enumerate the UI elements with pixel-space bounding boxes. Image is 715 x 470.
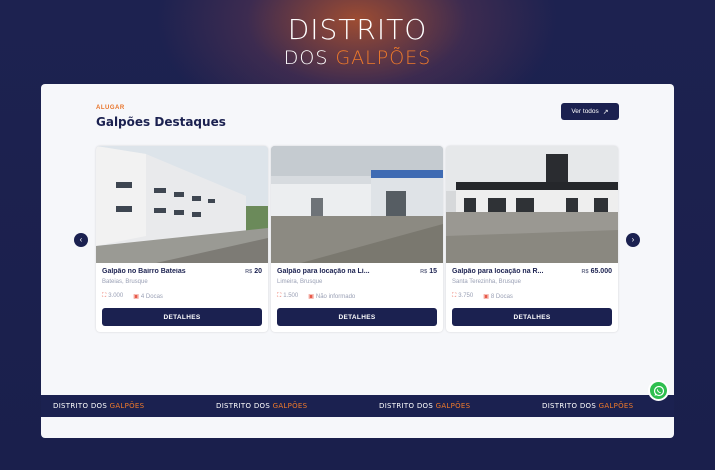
listing-carousel: Galpão no Bairro Bateias R$ 20 Bateias, B… xyxy=(96,146,619,332)
listing-price: R$ 15 xyxy=(420,268,437,275)
listing-card[interactable]: Galpão para locação na Li... R$ 15 Limeir… xyxy=(271,146,443,332)
listing-title: Galpão para locação na R... xyxy=(452,268,544,275)
featured-panel: ALUGAR Galpões Destaques Ver todos ↗ ‹ › xyxy=(41,84,674,438)
area-icon: ⛶ xyxy=(277,293,282,299)
listing-photo xyxy=(96,146,268,263)
chevron-right-icon[interactable]: › xyxy=(626,233,640,247)
listing-meta: ⛶ 3.750 ▣ 8 Docas xyxy=(452,293,513,300)
details-button[interactable]: DETALHES xyxy=(452,308,612,326)
listing-area: 1.500 xyxy=(283,293,299,299)
view-all-label: Ver todos xyxy=(571,108,599,115)
currency-label: R$ xyxy=(581,269,589,275)
listing-area: 3.000 xyxy=(108,293,124,299)
listing-docks: Não informado xyxy=(315,294,356,300)
ticker-text: DISTRITO DOS xyxy=(53,402,110,410)
listing-title: Galpão no Bairro Bateias xyxy=(102,268,186,275)
details-button[interactable]: DETALHES xyxy=(102,308,262,326)
price-value: 20 xyxy=(254,268,262,275)
ticker-item: DISTRITO DOS GALPÕES xyxy=(379,402,470,410)
logo-line-2: DOS GALPÕES xyxy=(0,46,715,70)
listing-location: Limeira, Brusque xyxy=(277,279,323,285)
listing-location: Bateias, Brusque xyxy=(102,279,148,285)
listing-card[interactable]: Galpão para locação na R... R$ 65.000 San… xyxy=(446,146,618,332)
listing-area: 3.750 xyxy=(458,293,474,299)
ticker-text: DISTRITO DOS xyxy=(542,402,599,410)
dock-icon: ▣ xyxy=(308,294,314,300)
arrow-up-right-icon: ↗ xyxy=(602,108,609,116)
ticker-accent: GALPÕES xyxy=(109,402,145,410)
ticker-accent: GALPÕES xyxy=(435,402,471,410)
ticker-accent: GALPÕES xyxy=(272,402,308,410)
price-value: 65.000 xyxy=(590,268,612,275)
listing-photo xyxy=(446,146,618,263)
ticker-accent: GALPÕES xyxy=(598,402,634,410)
details-button[interactable]: DETALHES xyxy=(277,308,437,326)
chevron-left-icon[interactable]: ‹ xyxy=(74,233,88,247)
ticker-text: DISTRITO DOS xyxy=(379,402,436,410)
whatsapp-glyph xyxy=(653,385,664,396)
logo-line-1: DISTRITO xyxy=(287,13,428,46)
view-all-button[interactable]: Ver todos ↗ xyxy=(561,103,619,120)
listing-card[interactable]: Galpão no Bairro Bateias R$ 20 Bateias, B… xyxy=(96,146,268,332)
site-logo[interactable]: DISTRITO DOS GALPÕES xyxy=(0,16,715,70)
logo-word-galpoes: GALPÕES xyxy=(335,47,432,69)
whatsapp-icon[interactable] xyxy=(648,380,669,401)
listing-meta: ⛶ 3.000 ▣ 4 Docas xyxy=(102,293,163,300)
ticker-text: DISTRITO DOS xyxy=(216,402,273,410)
section-title: Galpões Destaques xyxy=(96,115,226,129)
listing-price: R$ 20 xyxy=(245,268,262,275)
currency-label: R$ xyxy=(245,269,253,275)
dock-icon: ▣ xyxy=(483,294,489,300)
brand-ticker: DISTRITO DOS GALPÕES DISTRITO DOS GALPÕE… xyxy=(41,395,674,417)
currency-label: R$ xyxy=(420,269,428,275)
area-icon: ⛶ xyxy=(102,293,107,299)
logo-word-dos: DOS xyxy=(283,47,336,69)
listing-docks: 8 Docas xyxy=(490,294,513,300)
ticker-item: DISTRITO DOS GALPÕES xyxy=(216,402,307,410)
listing-location: Santa Terezinha, Brusque xyxy=(452,279,521,285)
ticker-item: DISTRITO DOS GALPÕES xyxy=(53,402,144,410)
listing-meta: ⛶ 1.500 ▣ Não informado xyxy=(277,293,355,300)
listing-price: R$ 65.000 xyxy=(582,268,612,275)
listing-docks: 4 Docas xyxy=(140,294,163,300)
dock-icon: ▣ xyxy=(133,294,139,300)
area-icon: ⛶ xyxy=(452,293,457,299)
listing-title: Galpão para locação na Li... xyxy=(277,268,370,275)
price-value: 15 xyxy=(429,268,437,275)
section-kicker: ALUGAR xyxy=(96,105,125,111)
listing-photo xyxy=(271,146,443,263)
ticker-item: DISTRITO DOS GALPÕES xyxy=(542,402,633,410)
